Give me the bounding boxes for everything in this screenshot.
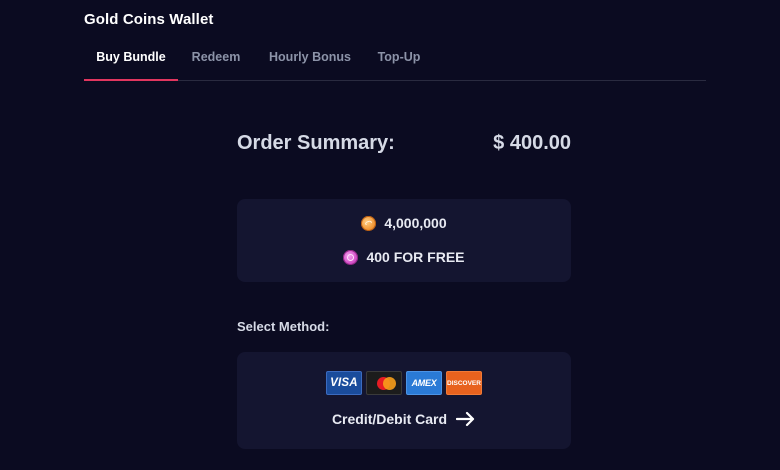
gold-coin-icon [361, 215, 377, 231]
credit-debit-card-option[interactable]: Credit/Debit Card [237, 411, 571, 427]
page-title: Gold Coins Wallet [84, 11, 214, 28]
tab-redeem[interactable]: Redeem [178, 38, 254, 80]
tab-hourly-bonus[interactable]: Hourly Bonus [258, 38, 362, 80]
tab-top-up[interactable]: Top-Up [366, 38, 432, 80]
mastercard-logo-icon [366, 371, 402, 395]
order-summary: Order Summary: $ 400.00 [237, 128, 571, 158]
arrow-right-icon [456, 411, 476, 427]
sweep-coin-icon [343, 249, 359, 265]
bonus-coins-line: 400 FOR FREE [237, 247, 571, 267]
gold-coins-amount: 4,000,000 [384, 215, 447, 231]
gold-coins-line: 4,000,000 [237, 213, 571, 233]
discover-logo-icon: DISCOVER [446, 371, 482, 395]
tab-buy-bundle[interactable]: Buy Bundle [84, 38, 178, 81]
order-summary-label: Order Summary: [237, 131, 395, 154]
tab-bar: Buy Bundle Redeem Hourly Bonus Top-Up [84, 38, 706, 81]
amex-logo-icon: AMEX [406, 371, 442, 395]
payment-method-card[interactable]: VISA AMEX DISCOVER Credit/Debit Card [237, 352, 571, 449]
bundle-card: 4,000,000 400 FOR FREE [237, 199, 571, 282]
order-total: $ 400.00 [493, 131, 571, 154]
bonus-coins-amount: 400 FOR FREE [366, 249, 465, 265]
select-method-label: Select Method: [237, 319, 330, 334]
visa-logo-icon: VISA [326, 371, 362, 395]
card-logos: VISA AMEX DISCOVER [237, 371, 571, 395]
wallet-page: Gold Coins Wallet Buy Bundle Redeem Hour… [0, 0, 780, 470]
mastercard-yellow-circle [383, 377, 396, 390]
credit-debit-card-label: Credit/Debit Card [331, 411, 448, 427]
